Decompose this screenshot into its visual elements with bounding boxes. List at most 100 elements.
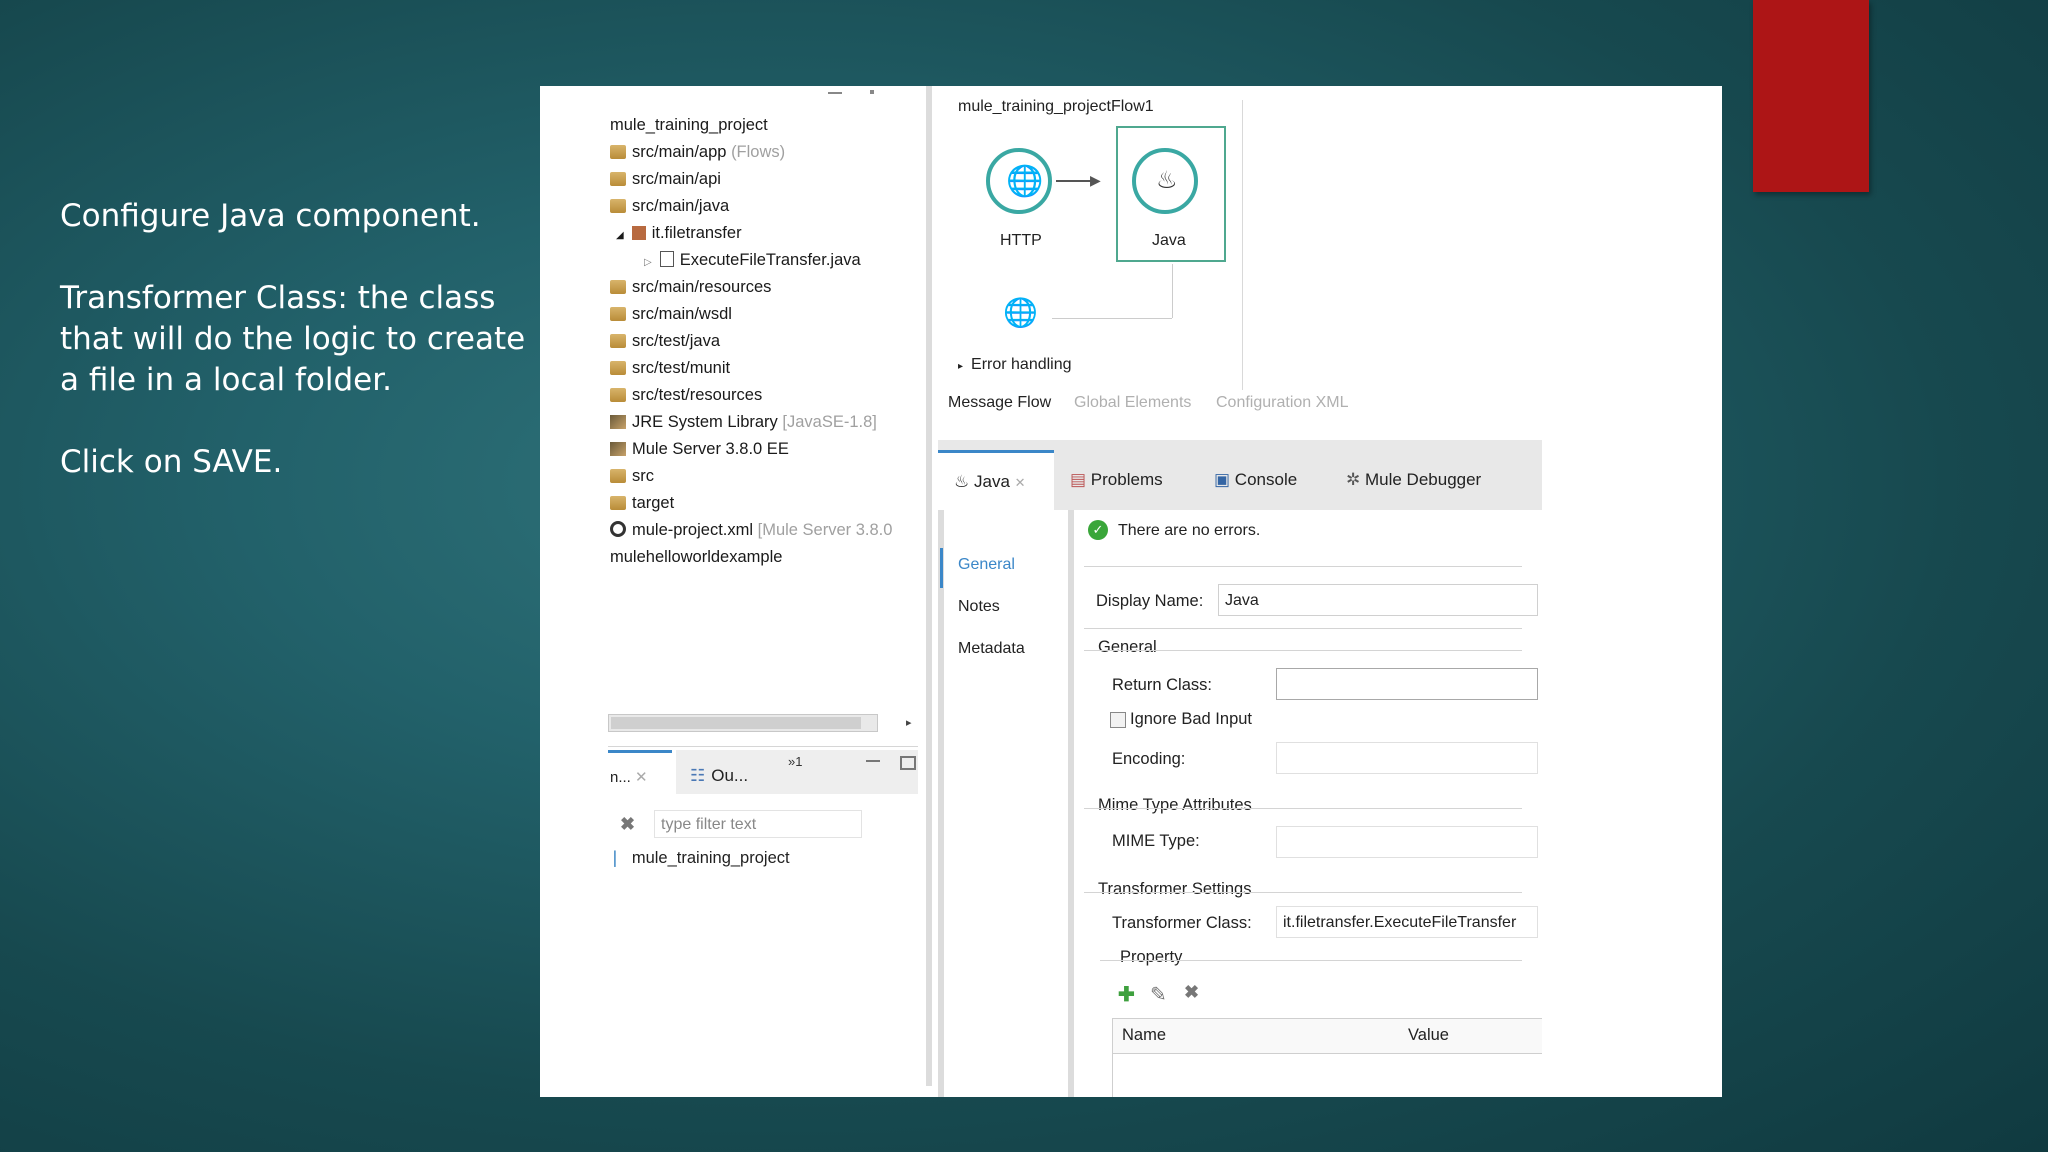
property-group-header: Property — [1120, 948, 1183, 966]
mule-project-icon: ❘ — [608, 849, 622, 867]
tree-item[interactable]: src — [610, 463, 654, 489]
edit-icon[interactable]: ✎ — [1150, 982, 1167, 1007]
properties-inner-border — [1068, 510, 1074, 1097]
flow-boundary — [1242, 100, 1243, 390]
library-icon — [610, 415, 626, 429]
column-name[interactable]: Name — [1122, 1026, 1166, 1045]
mime-type-label: MIME Type: — [1112, 832, 1200, 850]
globe-icon: 🌐 — [1006, 165, 1044, 198]
side-tab-notes[interactable]: Notes — [958, 598, 1000, 616]
tree-item-label: JRE System Library — [632, 413, 778, 431]
java-cup-icon: ♨ — [1156, 167, 1178, 194]
instruction-1: Configure Java component. — [60, 198, 481, 234]
filter-input[interactable]: type filter text — [654, 810, 862, 838]
scroll-thumb[interactable] — [611, 717, 861, 729]
tree-item-project[interactable]: mulehelloworldexample — [610, 544, 782, 570]
encoding-label: Encoding: — [1112, 750, 1186, 768]
folder-icon — [610, 280, 626, 294]
mime-group-header: Mime Type Attributes — [1098, 796, 1252, 814]
java-icon: ♨ — [954, 472, 970, 491]
tree-item[interactable]: src/main/resources — [610, 274, 771, 300]
display-name-label: Display Name: — [1096, 592, 1204, 610]
folder-icon — [610, 388, 626, 402]
active-tab-indicator — [608, 750, 672, 753]
scroll-right-icon[interactable]: ▸ — [906, 716, 912, 729]
side-tab-metadata[interactable]: Metadata — [958, 640, 1025, 658]
tab-message-flow[interactable]: Message Flow — [948, 394, 1051, 412]
library-icon — [610, 442, 626, 456]
transformer-class-label: Transformer Class: — [1112, 914, 1252, 932]
tree-item[interactable]: src/main/api — [610, 166, 721, 192]
outline-project-item[interactable]: ❘ mule_training_project — [608, 848, 790, 868]
tab-outline[interactable]: ☷ Ou... — [690, 766, 748, 786]
properties-left-border — [938, 510, 944, 1097]
tab-short[interactable]: n... ✕ — [610, 768, 648, 786]
error-handling-toggle[interactable]: ▸ Error handling — [958, 356, 1072, 374]
mime-type-input[interactable] — [1276, 826, 1538, 858]
close-icon[interactable]: ✕ — [1015, 475, 1026, 490]
tab-configuration-xml[interactable]: Configuration XML — [1216, 394, 1349, 412]
tree-item-note: [Mule Server 3.8.0 — [757, 521, 893, 539]
outline-panel-border — [608, 746, 918, 747]
tree-item[interactable]: ◢ it.filetransfer — [616, 220, 742, 246]
tree-item[interactable]: src/test/munit — [610, 355, 730, 381]
close-icon[interactable]: ✕ — [635, 769, 648, 786]
tree-item-project[interactable]: mule_training_project — [610, 112, 768, 138]
tree-item-label: mule_training_project — [610, 116, 768, 134]
tree-item-label: mule-project.xml — [632, 521, 754, 539]
tab-problems[interactable]: ▤ Problems — [1070, 470, 1163, 490]
tab-label: Mule Debugger — [1364, 470, 1482, 489]
tab-global-elements[interactable]: Global Elements — [1074, 394, 1191, 412]
maximize-icon[interactable] — [900, 756, 916, 770]
tree-item[interactable]: ▷ ExecuteFileTransfer.java — [644, 247, 861, 273]
tree-item[interactable]: src/main/app (Flows) — [610, 139, 785, 165]
table-border — [1112, 1054, 1113, 1097]
tree-item[interactable]: src/test/resources — [610, 382, 762, 408]
gear-icon — [610, 521, 626, 537]
divider — [1084, 650, 1522, 651]
minimize-icon[interactable] — [828, 92, 842, 94]
return-class-label: Return Class: — [1112, 676, 1212, 694]
collapse-arrow-icon[interactable]: ▷ — [644, 257, 652, 268]
tree-item[interactable]: JRE System Library [JavaSE-1.8] — [610, 409, 877, 435]
console-icon: ▣ — [1214, 470, 1231, 489]
folder-icon — [610, 469, 626, 483]
folder-icon — [610, 496, 626, 510]
tab-mule-debugger[interactable]: ✲ Mule Debugger — [1346, 470, 1481, 490]
tree-item-label: target — [632, 494, 675, 512]
display-name-input[interactable]: Java — [1218, 584, 1538, 616]
tab-label: Console — [1234, 470, 1298, 489]
ignore-bad-input-checkbox[interactable] — [1110, 712, 1126, 728]
minimize-icon[interactable] — [866, 760, 880, 762]
add-icon[interactable]: ✚ — [1118, 982, 1135, 1007]
slide-instructions: Configure Java component. Transformer Cl… — [60, 196, 530, 524]
tree-item[interactable]: mule-project.xml [Mule Server 3.8.0 — [610, 517, 892, 543]
tree-item[interactable]: src/main/wsdl — [610, 301, 732, 327]
tree-item[interactable]: src/test/java — [610, 328, 720, 354]
return-class-input[interactable] — [1276, 668, 1538, 700]
side-tab-general[interactable]: General — [958, 556, 1015, 574]
tree-item-label: src/main/app — [632, 143, 727, 161]
delete-icon[interactable]: ✖ — [1184, 982, 1199, 1003]
transformer-class-input[interactable]: it.filetransfer.ExecuteFileTransfer — [1276, 906, 1538, 938]
tree-item-label: ExecuteFileTransfer.java — [679, 251, 861, 269]
tree-item-label: src/test/java — [632, 332, 721, 350]
clear-filter-icon[interactable]: ✖ — [620, 814, 635, 835]
tree-item-label: it.filetransfer — [651, 224, 742, 242]
expand-arrow-icon[interactable]: ◢ — [616, 230, 624, 241]
column-value[interactable]: Value — [1408, 1026, 1449, 1045]
tree-item[interactable]: Mule Server 3.8.0 EE — [610, 436, 789, 462]
overflow-tabs-badge[interactable]: »1 — [788, 754, 802, 769]
tree-item[interactable]: src/main/java — [610, 193, 729, 219]
folder-icon — [610, 199, 626, 213]
package-icon — [631, 226, 646, 240]
encoding-input[interactable] — [1276, 742, 1538, 774]
tree-item[interactable]: target — [610, 490, 674, 516]
vertical-splitter[interactable] — [926, 86, 932, 1086]
tree-item-note: [JavaSE-1.8] — [782, 413, 877, 431]
menu-dot-icon[interactable] — [870, 90, 874, 94]
explorer-hscrollbar[interactable] — [608, 714, 878, 732]
folder-icon — [610, 334, 626, 348]
tab-console[interactable]: ▣ Console — [1214, 470, 1297, 490]
tab-java[interactable]: ♨ Java ✕ — [954, 472, 1026, 492]
